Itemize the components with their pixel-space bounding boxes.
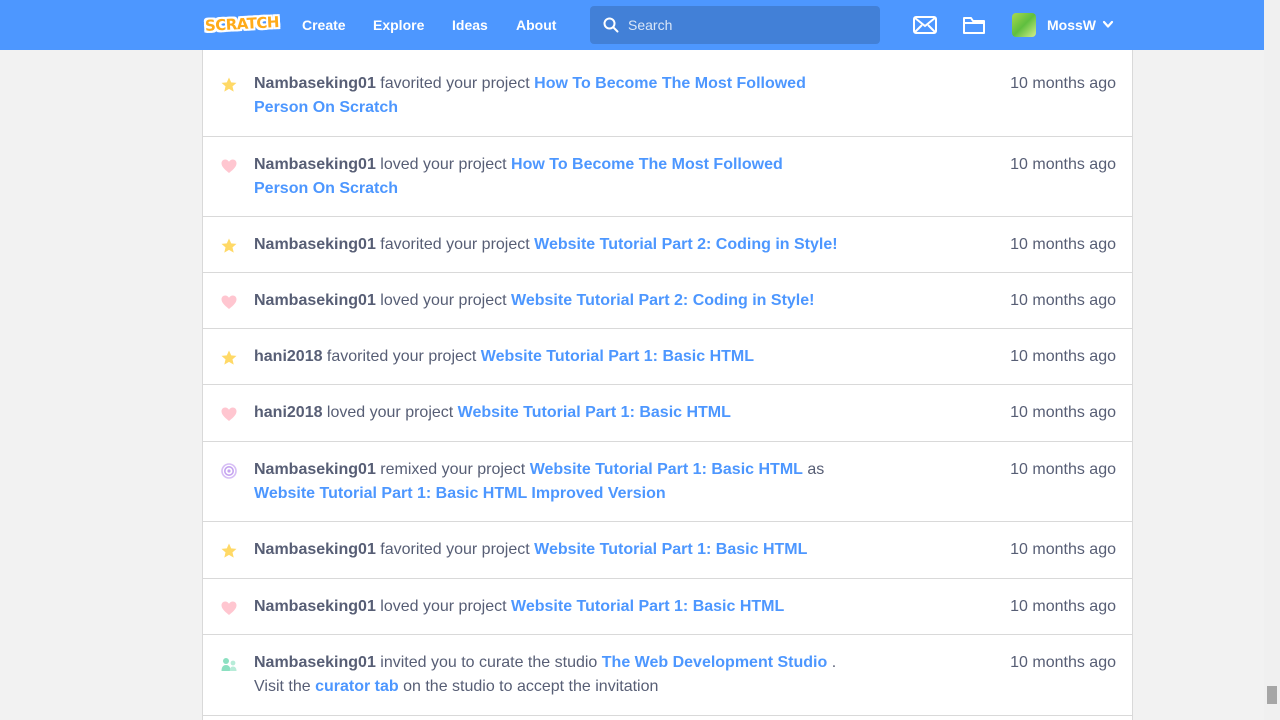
message-row: Nambaseking01 remixed your project Websi… bbox=[203, 442, 1132, 522]
heart-icon bbox=[220, 293, 238, 311]
message-verb: loved your project bbox=[375, 292, 512, 309]
curator-icon bbox=[220, 655, 238, 673]
project-link[interactable]: Website Tutorial Part 1: Basic HTML bbox=[481, 348, 754, 365]
search-icon bbox=[603, 17, 619, 33]
message-verb: favorited your project bbox=[322, 348, 481, 365]
project-link[interactable]: The Web Development Studio bbox=[602, 654, 828, 671]
project-link[interactable]: Website Tutorial Part 1: Basic HTML bbox=[530, 461, 803, 478]
message-time: 10 months ago bbox=[1010, 236, 1116, 253]
message-text: Nambaseking01 loved your project Website… bbox=[254, 289, 844, 313]
project-link[interactable]: Website Tutorial Part 1: Basic HTML bbox=[534, 541, 807, 558]
project-link[interactable]: Website Tutorial Part 2: Coding in Style… bbox=[534, 236, 837, 253]
heart-icon bbox=[220, 405, 238, 423]
star-icon bbox=[220, 542, 238, 560]
nav-about[interactable]: About bbox=[516, 0, 556, 50]
message-time: 10 months ago bbox=[1010, 348, 1116, 365]
message-time: 10 months ago bbox=[1010, 404, 1116, 421]
message-text: Nambaseking01 favorited your project How… bbox=[254, 72, 814, 120]
message-verb: loved your project bbox=[375, 156, 512, 173]
avatar bbox=[1012, 13, 1036, 37]
search-input[interactable] bbox=[628, 6, 868, 44]
nav-create[interactable]: Create bbox=[302, 0, 346, 50]
messages-list: Nambaseking01 favorited your project How… bbox=[202, 40, 1133, 720]
scrollbar[interactable] bbox=[1264, 0, 1280, 720]
scrollbar-thumb[interactable] bbox=[1267, 686, 1277, 704]
message-time: 10 months ago bbox=[1010, 156, 1116, 173]
actor-username[interactable]: Nambaseking01 bbox=[254, 236, 376, 253]
message-middle: as bbox=[802, 461, 825, 478]
message-time: 10 months ago bbox=[1010, 292, 1116, 309]
project-link[interactable]: Website Tutorial Part 1: Basic HTML bbox=[458, 404, 731, 421]
message-text: Nambaseking01 favorited your project Web… bbox=[254, 538, 844, 562]
actor-username[interactable]: Nambaseking01 bbox=[254, 654, 376, 671]
message-verb: favorited your project bbox=[375, 236, 535, 253]
secondary-link[interactable]: Website Tutorial Part 1: Basic HTML Impr… bbox=[254, 485, 666, 502]
remix-icon bbox=[220, 462, 238, 480]
actor-username[interactable]: Nambaseking01 bbox=[254, 541, 376, 558]
search-box[interactable] bbox=[590, 6, 880, 44]
top-navbar: SCRATCH Create Explore Ideas About MossW bbox=[0, 0, 1264, 50]
star-icon bbox=[220, 349, 238, 367]
star-icon bbox=[220, 237, 238, 255]
heart-icon bbox=[220, 157, 238, 175]
message-text: Nambaseking01 loved your project How To … bbox=[254, 153, 794, 201]
actor-username[interactable]: Nambaseking01 bbox=[254, 156, 376, 173]
message-text: hani2018 loved your project Website Tuto… bbox=[254, 401, 844, 425]
secondary-link[interactable]: curator tab bbox=[315, 678, 399, 695]
message-text: Nambaseking01 loved your project Website… bbox=[254, 595, 844, 619]
message-row: Nambaseking01 favorited your project How… bbox=[203, 56, 1132, 137]
message-row: Nambaseking01 favorited your project Web… bbox=[203, 522, 1132, 579]
message-time: 10 months ago bbox=[1010, 75, 1116, 92]
nav-explore[interactable]: Explore bbox=[373, 0, 424, 50]
username: MossW bbox=[1047, 17, 1096, 33]
actor-username[interactable]: Nambaseking01 bbox=[254, 75, 376, 92]
project-link[interactable]: Website Tutorial Part 2: Coding in Style… bbox=[511, 292, 814, 309]
chevron-down-icon bbox=[1102, 20, 1114, 28]
message-row: Nambaseking01 favorited your project Web… bbox=[203, 217, 1132, 273]
actor-username[interactable]: hani2018 bbox=[254, 404, 322, 421]
message-time: 10 months ago bbox=[1010, 598, 1116, 615]
message-verb: loved your project bbox=[375, 598, 512, 615]
message-verb: favorited your project bbox=[375, 541, 535, 558]
actor-username[interactable]: Nambaseking01 bbox=[254, 598, 376, 615]
message-row: hani2018 loved your project Website Tuto… bbox=[203, 385, 1132, 442]
message-row: Nambaseking01 loved your project Website… bbox=[203, 579, 1132, 635]
message-text: hani2018 favorited your project Website … bbox=[254, 345, 844, 369]
message-time: 10 months ago bbox=[1010, 654, 1116, 671]
actor-username[interactable]: Nambaseking01 bbox=[254, 461, 376, 478]
message-verb: favorited your project bbox=[375, 75, 535, 92]
message-row: Nambaseking01 loved your project Website… bbox=[203, 273, 1132, 329]
messages-icon[interactable] bbox=[913, 16, 937, 34]
my-stuff-folder-icon[interactable] bbox=[962, 15, 986, 35]
scratch-logo[interactable]: SCRATCH bbox=[203, 10, 281, 40]
message-row: Nambaseking01 invited you to curate the … bbox=[203, 635, 1132, 716]
heart-icon bbox=[220, 599, 238, 617]
star-icon bbox=[220, 76, 238, 94]
message-row: Nambaseking01 loved your project How To … bbox=[203, 137, 1132, 217]
message-text: Nambaseking01 favorited your project Web… bbox=[254, 233, 844, 257]
message-text: Nambaseking01 remixed your project Websi… bbox=[254, 458, 834, 506]
message-row: hani2018 favorited your project Website … bbox=[203, 329, 1132, 385]
project-link[interactable]: Website Tutorial Part 1: Basic HTML bbox=[511, 598, 784, 615]
message-time: 10 months ago bbox=[1010, 461, 1116, 478]
actor-username[interactable]: Nambaseking01 bbox=[254, 292, 376, 309]
nav-ideas[interactable]: Ideas bbox=[452, 0, 488, 50]
message-verb: remixed your project bbox=[375, 461, 530, 478]
message-time: 10 months ago bbox=[1010, 541, 1116, 558]
message-text: Nambaseking01 invited you to curate the … bbox=[254, 651, 844, 699]
actor-username[interactable]: hani2018 bbox=[254, 348, 322, 365]
message-verb: loved your project bbox=[322, 404, 458, 421]
message-tail: on the studio to accept the invitation bbox=[398, 678, 659, 695]
message-verb: invited you to curate the studio bbox=[375, 654, 602, 671]
